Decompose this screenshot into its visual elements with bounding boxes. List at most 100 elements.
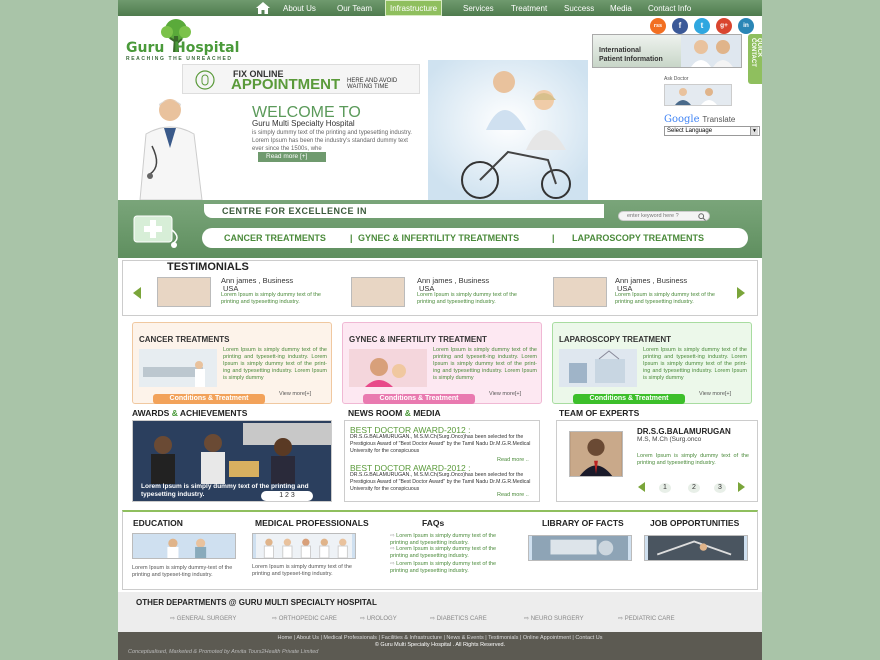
news-box: BEST DOCTOR AWARD-2012 : DR.S.G.BALAMURU…: [344, 420, 540, 502]
other-departments: OTHER DEPARTMENTS @ GURU MULTI SPECIALTY…: [118, 592, 762, 632]
rss-icon[interactable]: rss: [650, 18, 666, 34]
language-select-value: Select Language: [667, 128, 713, 134]
footer-copyright: © Guru Multi Specialty Hospital . All Ri…: [374, 642, 506, 648]
education-heading[interactable]: EDUCATION: [133, 518, 183, 528]
centre-title: CENTRE FOR EXCELLENCE IN: [222, 206, 368, 216]
nav-infrastructure[interactable]: Infrastructure: [385, 0, 443, 16]
conditions-treatment-button[interactable]: Conditions & Treatment: [153, 394, 265, 404]
doctor-text: Lorem Ipsum is simply dummy text of the …: [637, 453, 749, 466]
search-icon[interactable]: [698, 213, 706, 221]
language-select[interactable]: Select Language ▼: [664, 126, 760, 136]
logo-tagline: REACHING THE UNREACHED: [126, 56, 233, 62]
medical-professionals-text: Lorem Ipsum is simply dummy text of the …: [252, 564, 352, 577]
nav-media[interactable]: Media: [610, 0, 632, 16]
team-page-2[interactable]: 2: [688, 483, 700, 493]
card-photo: [559, 349, 637, 387]
international-patient-banner[interactable]: International Patient Information: [592, 34, 742, 68]
department-label: DIABETICS CARE: [436, 616, 487, 622]
google-logo: Google: [664, 114, 700, 125]
awards-pagination[interactable]: 1 2 3: [261, 491, 313, 501]
team-page-1[interactable]: 1: [659, 483, 671, 493]
department-pediatric-care[interactable]: ⇨ PEDIATRIC CARE: [618, 615, 675, 622]
team-box: DR.S.G.BALAMURUGAN M.S, M.Ch (Surg.onco …: [556, 420, 758, 502]
dropdown-arrow-icon: ▼: [750, 127, 758, 135]
testimonial-avatar: [157, 277, 211, 307]
department-label: NEURO SURGERY: [530, 616, 584, 622]
department-label: ORTHOPEDIC CARE: [278, 616, 337, 622]
search-box[interactable]: [618, 211, 710, 221]
team-page-3[interactable]: 3: [714, 483, 726, 493]
department-orthopedic-care[interactable]: ⇨ ORTHOPEDIC CARE: [272, 615, 337, 622]
welcome-read-more-button[interactable]: Read more [+]: [258, 152, 326, 162]
nav-our-team[interactable]: Our Team: [337, 0, 372, 16]
nav-services[interactable]: Services: [463, 0, 494, 16]
centre-title-tab: CENTRE FOR EXCELLENCE IN: [204, 204, 604, 218]
education-photo: [132, 533, 236, 559]
welcome-subtitle: Guru Multi Specialty Hospital: [252, 119, 355, 128]
department-general-surgery[interactable]: ⇨ GENERAL SURGERY: [170, 615, 236, 622]
news-heading: NEWS ROOM & MEDIA: [348, 408, 441, 418]
medical-professionals-photo: [252, 533, 356, 559]
nav-contact-info[interactable]: Contact Info: [648, 0, 691, 16]
awards-heading: AWARDS & ACHIEVEMENTS: [132, 408, 247, 418]
team-prev-arrow-icon[interactable]: [638, 482, 645, 492]
news-text: DR.S.G.BALAMURUGAN., M.S.M.Ch(Surg.Onco)…: [350, 472, 531, 492]
card-title: CANCER TREATMENTS: [139, 335, 230, 344]
facebook-icon[interactable]: f: [672, 18, 688, 34]
ask-doctor-button[interactable]: [664, 84, 732, 106]
medical-professionals-heading[interactable]: MEDICAL PROFESSIONALS: [255, 518, 369, 528]
department-urology[interactable]: ⇨ UROLOGY: [360, 615, 397, 622]
faqs-heading[interactable]: FAQs: [422, 518, 444, 528]
department-label: GENERAL SURGERY: [176, 616, 237, 622]
linkedin-icon[interactable]: in: [738, 18, 754, 34]
department-diabetics-care[interactable]: ⇨ DIABETICS CARE: [430, 615, 487, 622]
footer-credit[interactable]: Conceptualised, Marketed & Promoted by A…: [128, 649, 318, 655]
separator: |: [552, 233, 555, 243]
view-more-link[interactable]: View more[+]: [699, 391, 731, 397]
testimonial-avatar: [351, 277, 405, 307]
conditions-treatment-button[interactable]: Conditions & Treatment: [363, 394, 475, 404]
medical-folder-icon: [133, 215, 178, 248]
quick-contact-label: QUICK CONTACT: [750, 38, 762, 67]
card-laparoscopy: LAPAROSCOPY TREATMENT Lorem Ipsum is sim…: [552, 322, 752, 404]
library-of-facts-heading[interactable]: LIBRARY OF FACTS: [542, 518, 624, 528]
quick-contact-tab[interactable]: QUICK CONTACT: [748, 34, 762, 84]
education-text: Lorem Ipsum is simply dummy-text of the …: [132, 565, 233, 578]
nav-about-us[interactable]: About Us: [283, 0, 316, 16]
card-photo: [139, 349, 217, 387]
news-read-more-link[interactable]: Read more ..: [497, 457, 529, 463]
logo[interactable]: Guru Hospital REACHING THE UNREACHED: [126, 18, 246, 62]
card-cancer-treatments: CANCER TREATMENTS Lorem Ipsum is simply …: [132, 322, 332, 404]
link-laparoscopy[interactable]: LAPAROSCOPY TREATMENTS: [572, 233, 704, 243]
awards-heading-part2: ACHIEVEMENTS: [179, 408, 248, 418]
testimonial-text: Lorem Ipsum is simply dummy text of the …: [417, 292, 517, 305]
job-opportunities-heading[interactable]: JOB OPPORTUNITIES: [650, 518, 739, 528]
google-translate: Google Translate: [664, 114, 735, 125]
awards-slider[interactable]: Lorem Ipsum is simply dummy text of the …: [132, 420, 332, 502]
link-cancer-treatments[interactable]: CANCER TREATMENTS: [224, 233, 326, 243]
appointment-line3: HERE AND AVOID WAITING TIME: [347, 78, 398, 90]
google-plus-icon[interactable]: g+: [716, 18, 732, 34]
home-icon[interactable]: [256, 2, 270, 14]
view-more-link[interactable]: View more[+]: [489, 391, 521, 397]
news-read-more-link[interactable]: Read more ..: [497, 492, 529, 498]
twitter-icon[interactable]: t: [694, 18, 710, 34]
faq-item[interactable]: ⇨ Lorem Ipsum is simply dummy text of th…: [390, 533, 514, 547]
footer-links[interactable]: Home | About Us | Medical Professionals …: [118, 635, 762, 641]
link-gynec-infertility[interactable]: GYNEC & INFERTILITY TREATMENTS: [358, 233, 519, 243]
faq-text: Lorem Ipsum is simply dummy text of the …: [390, 561, 497, 574]
conditions-treatment-button[interactable]: Conditions & Treatment: [573, 394, 685, 404]
search-input[interactable]: [619, 213, 699, 219]
nav-success[interactable]: Success: [564, 0, 594, 16]
faq-item[interactable]: ⇨ Lorem Ipsum is simply dummy text of th…: [390, 561, 514, 575]
jobs-photo: [644, 535, 748, 561]
next-arrow-icon[interactable]: [737, 287, 745, 299]
faq-item[interactable]: ⇨ Lorem Ipsum is simply dummy text of th…: [390, 546, 514, 560]
prev-arrow-icon[interactable]: [133, 287, 141, 299]
appointment-banner[interactable]: FIX ONLINE APPOINTMENT HERE AND AVOID WA…: [182, 64, 420, 94]
department-neuro-surgery[interactable]: ⇨ NEURO SURGERY: [524, 615, 584, 622]
ask-doctor-photo: [665, 85, 731, 105]
team-next-arrow-icon[interactable]: [738, 482, 745, 492]
view-more-link[interactable]: View more[+]: [279, 391, 311, 397]
nav-treatment[interactable]: Treatment: [511, 0, 547, 16]
